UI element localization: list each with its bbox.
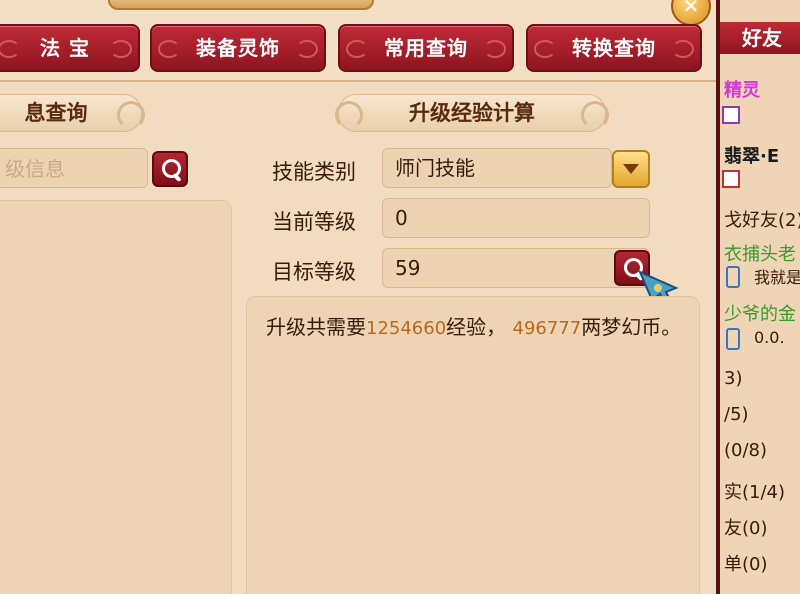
tab-label: 装备灵饰	[196, 36, 280, 60]
swirl-icon	[158, 40, 180, 58]
target-level-label: 目标等级	[272, 260, 356, 284]
current-level-label: 当前等级	[272, 210, 356, 234]
main-window: ✕ 法 宝 装备灵饰 常用查询 转换查询 息查询 级信息 升级经验计算 技能类别…	[0, 0, 716, 594]
phone-icon	[726, 328, 740, 350]
close-button[interactable]: ✕	[671, 0, 711, 26]
tab-conversion-query[interactable]: 转换查询	[526, 24, 702, 72]
friend-signature: 我就是	[754, 268, 800, 287]
tab-bar: ✕ 法 宝 装备灵饰 常用查询 转换查询	[0, 0, 716, 82]
friend-group-count[interactable]: 友(0)	[724, 514, 768, 540]
status-icon	[722, 106, 740, 124]
tab-label: 法 宝	[40, 36, 90, 60]
curl-ornament-icon	[335, 101, 363, 129]
chevron-down-icon	[623, 164, 639, 174]
friend-group-count[interactable]: /5)	[724, 404, 749, 425]
friend-group-count[interactable]: 实(1/4)	[724, 478, 785, 504]
left-section-title: 息查询	[0, 94, 145, 132]
tab-fabao[interactable]: 法 宝	[0, 24, 140, 72]
friend-name[interactable]: 衣捕头老	[724, 240, 796, 266]
calc-section-title-text: 升级经验计算	[409, 101, 535, 125]
phone-icon	[726, 266, 740, 288]
curl-ornament-icon	[117, 101, 145, 129]
info-search-input[interactable]: 级信息	[0, 148, 148, 188]
search-icon-handle	[172, 172, 182, 183]
friend-name[interactable]: 翡翠·E	[724, 142, 779, 168]
result-money-unit: 两梦幻币。	[581, 315, 682, 339]
swirl-icon	[484, 40, 506, 58]
title-ornament	[108, 0, 374, 10]
swirl-icon	[296, 40, 318, 58]
tab-equipment[interactable]: 装备灵饰	[150, 24, 326, 72]
current-level-input[interactable]: 0	[382, 198, 650, 238]
friend-group-count[interactable]: (0/8)	[724, 440, 767, 461]
calc-result-text: 升级共需要1254660经验， 496777两梦幻币。	[266, 310, 686, 346]
friend-group-label[interactable]: 精灵	[724, 76, 760, 102]
swirl-icon	[346, 40, 368, 58]
swirl-icon	[672, 40, 694, 58]
friend-name[interactable]: 少爷的金	[724, 300, 796, 326]
swirl-icon	[534, 40, 556, 58]
result-money-value: 496777	[512, 318, 582, 339]
result-exp-unit: 经验，	[446, 315, 507, 339]
result-exp-value: 1254660	[366, 318, 447, 339]
skill-type-select[interactable]: 师门技能	[382, 148, 612, 188]
skill-type-label: 技能类别	[272, 160, 356, 184]
info-result-panel	[0, 200, 232, 594]
friend-group-count[interactable]: 单(0)	[724, 550, 768, 576]
friend-group-my-friends[interactable]: 戈好友(2)	[724, 206, 800, 232]
curl-ornament-icon	[581, 101, 609, 129]
left-section-title-text: 息查询	[24, 101, 88, 125]
result-prefix: 升级共需要	[266, 315, 366, 339]
tab-common-query[interactable]: 常用查询	[338, 24, 514, 72]
target-level-input[interactable]: 59	[382, 248, 650, 288]
tab-label: 转换查询	[572, 36, 656, 60]
friend-signature: 0.0.	[754, 328, 785, 347]
skill-type-dropdown-button[interactable]	[612, 150, 650, 188]
tab-label: 常用查询	[384, 36, 468, 60]
swirl-icon	[0, 40, 20, 58]
calc-section-title: 升级经验计算	[335, 94, 609, 132]
friends-panel: 好友 精灵 翡翠·E 戈好友(2) 衣捕头老 我就是 少爷的金 0.0. 3) …	[716, 0, 800, 594]
friends-header[interactable]: 好友	[720, 22, 800, 54]
friend-group-count[interactable]: 3)	[724, 368, 742, 389]
info-search-button[interactable]	[152, 151, 188, 187]
swirl-icon	[110, 40, 132, 58]
status-icon	[722, 170, 740, 188]
